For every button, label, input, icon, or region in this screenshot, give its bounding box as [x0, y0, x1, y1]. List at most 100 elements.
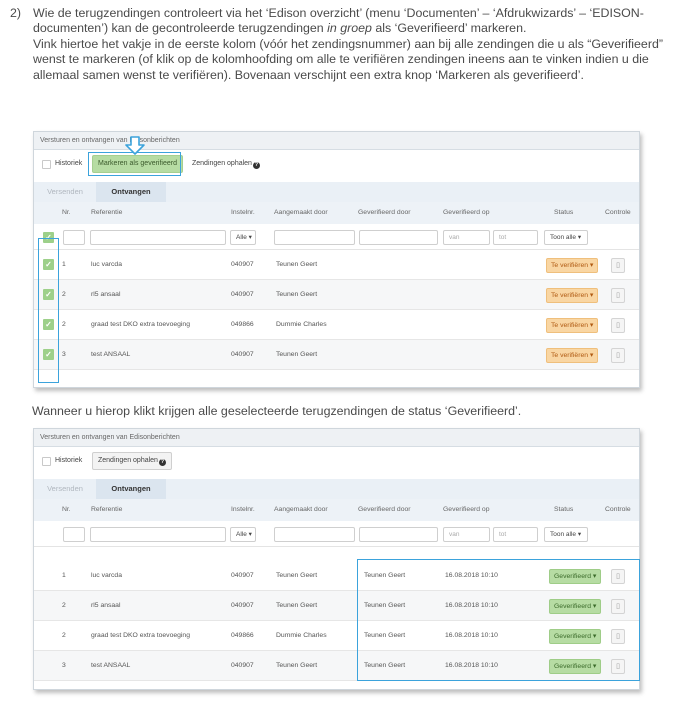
table-row[interactable]: 2 graad test DKO extra toevoeging 049866… [34, 621, 639, 651]
row-instelnr: 040907 [231, 662, 254, 669]
document-icon[interactable]: ▯ [611, 288, 625, 303]
status-badge[interactable]: Te verifiëren ▾ [546, 288, 599, 303]
tab-versenden[interactable]: Versenden [34, 182, 96, 202]
historiek-checkbox[interactable] [42, 457, 51, 466]
table-row[interactable]: 2 rl5 ansaal 040907 Teunen Geert Teunen … [34, 591, 639, 621]
fetch-shipments-button[interactable]: Zendingen ophalen? [192, 155, 260, 173]
row-aangemaakt: Teunen Geert [276, 662, 318, 669]
tab-ontvangen[interactable]: Ontvangen [96, 182, 166, 202]
status-badge[interactable]: Te verifiëren ▾ [546, 348, 599, 363]
row-nr: 2 [62, 321, 66, 328]
row-checkbox[interactable]: ✓ [43, 349, 54, 360]
col-aangemaakt[interactable]: Aangemaakt door [274, 506, 328, 513]
table-row[interactable]: ✓ 1 luc varcda 040907 Teunen Geert Te ve… [34, 250, 639, 280]
row-geverifieerd-op: 16.08.2018 10:10 [445, 632, 498, 639]
filter-date-to[interactable]: tot [493, 527, 538, 542]
row-referentie: luc varcda [91, 261, 122, 268]
filter-row: Alle ▾ van tot Toon alle ▾ [34, 521, 639, 547]
col-geverifieerd-door[interactable]: Geverifieerd door [358, 506, 411, 513]
historiek-checkbox[interactable] [42, 160, 51, 169]
status-badge[interactable]: Te verifiëren ▾ [546, 318, 599, 333]
document-icon[interactable]: ▯ [611, 258, 625, 273]
filter-instelnr-select[interactable]: Alle ▾ [230, 230, 256, 245]
filter-status-select[interactable]: Toon alle ▾ [544, 527, 588, 542]
col-status[interactable]: Status [554, 506, 573, 513]
document-icon[interactable]: ▯ [611, 599, 625, 614]
caret-down-icon: ▾ [577, 531, 582, 538]
row-geverifieerd-door: Teunen Geert [364, 632, 406, 639]
filter-nr-input[interactable] [63, 230, 85, 245]
row-checkbox[interactable]: ✓ [43, 289, 54, 300]
document-icon[interactable]: ▯ [611, 629, 625, 644]
table-row[interactable]: 3 test ANSAAL 040907 Teunen Geert Teunen… [34, 651, 639, 681]
table-header: Nr. Referentie Instelnr. Aangemaakt door… [34, 202, 639, 224]
filter-geverifieerd-door-input[interactable] [359, 527, 438, 542]
col-aangemaakt[interactable]: Aangemaakt door [274, 209, 328, 216]
filter-referentie-input[interactable] [90, 527, 226, 542]
col-controle[interactable]: Controle [605, 506, 631, 513]
status-badge[interactable]: Geverifieerd ▾ [549, 599, 602, 614]
col-geverifieerd-op[interactable]: Geverifieerd op [443, 506, 489, 513]
status-badge[interactable]: Te verifiëren ▾ [546, 258, 599, 273]
col-instelnr[interactable]: Instelnr. [231, 506, 255, 513]
row-aangemaakt: Teunen Geert [276, 261, 318, 268]
fetch-shipments-button[interactable]: Zendingen ophalen? [92, 452, 172, 470]
table-row[interactable]: ✓ 2 graad test DKO extra toevoeging 0498… [34, 310, 639, 340]
tab-versenden[interactable]: Versenden [34, 479, 96, 499]
row-checkbox[interactable]: ✓ [43, 259, 54, 270]
row-instelnr: 049866 [231, 321, 254, 328]
document-icon[interactable]: ▯ [611, 659, 625, 674]
document-icon[interactable]: ▯ [611, 348, 625, 363]
tab-ontvangen[interactable]: Ontvangen [96, 479, 166, 499]
result-text: Wanneer u hierop klikt krijgen alle gese… [32, 404, 522, 418]
filter-date-from[interactable]: van [443, 527, 490, 542]
col-status[interactable]: Status [554, 209, 573, 216]
row-checkbox[interactable]: ✓ [43, 319, 54, 330]
col-instelnr[interactable]: Instelnr. [231, 209, 255, 216]
row-instelnr: 040907 [231, 602, 254, 609]
filter-nr-input[interactable] [63, 527, 85, 542]
instruction-text: 2) Wie de terugzendingen controleert via… [10, 6, 675, 83]
filter-date-to[interactable]: tot [493, 230, 538, 245]
table-header: Nr. Referentie Instelnr. Aangemaakt door… [34, 499, 639, 521]
table-row[interactable]: ✓ 3 test ANSAAL 040907 Teunen Geert Te v… [34, 340, 639, 370]
table-row[interactable]: ✓ 2 rl5 ansaal 040907 Teunen Geert Te ve… [34, 280, 639, 310]
step-number: 2) [10, 6, 22, 20]
filter-status-select[interactable]: Toon alle ▾ [544, 230, 588, 245]
row-aangemaakt: Teunen Geert [276, 602, 318, 609]
mark-verified-button[interactable]: Markeren als geverifieerd [92, 155, 183, 173]
caret-down-icon: ▾ [589, 322, 594, 329]
col-nr[interactable]: Nr. [62, 209, 71, 216]
filter-aangemaakt-input[interactable] [274, 230, 355, 245]
filter-instelnr-select[interactable]: Alle ▾ [230, 527, 256, 542]
row-nr: 3 [62, 662, 66, 669]
col-referentie[interactable]: Referentie [91, 209, 122, 216]
filter-date-from[interactable]: van [443, 230, 490, 245]
status-badge[interactable]: Geverifieerd ▾ [549, 569, 602, 584]
row-referentie: test ANSAAL [91, 662, 131, 669]
table-row[interactable]: 1 luc varcda 040907 Teunen Geert Teunen … [34, 561, 639, 591]
status-badge[interactable]: Geverifieerd ▾ [549, 629, 602, 644]
document-icon[interactable]: ▯ [611, 318, 625, 333]
col-controle[interactable]: Controle [605, 209, 631, 216]
edison-panel-before: Versturen en ontvangen van Edisonbericht… [33, 131, 640, 388]
caret-down-icon: ▾ [589, 352, 594, 359]
caret-down-icon: ▾ [592, 573, 597, 580]
document-icon[interactable]: ▯ [611, 569, 625, 584]
status-badge[interactable]: Geverifieerd ▾ [549, 659, 602, 674]
row-geverifieerd-door: Teunen Geert [364, 662, 406, 669]
row-geverifieerd-door: Teunen Geert [364, 572, 406, 579]
row-referentie: graad test DKO extra toevoeging [91, 632, 190, 639]
row-nr: 2 [62, 291, 66, 298]
col-nr[interactable]: Nr. [62, 506, 71, 513]
col-geverifieerd-op[interactable]: Geverifieerd op [443, 209, 489, 216]
col-referentie[interactable]: Referentie [91, 506, 122, 513]
col-geverifieerd-door[interactable]: Geverifieerd door [358, 209, 411, 216]
filter-referentie-input[interactable] [90, 230, 226, 245]
caret-down-icon: ▾ [589, 262, 594, 269]
checkmark-icon: ✓ [45, 350, 52, 359]
filter-geverifieerd-door-input[interactable] [359, 230, 438, 245]
instruction-paragraph-1: Wie de terugzendingen controleert via he… [33, 6, 644, 36]
filter-aangemaakt-input[interactable] [274, 527, 355, 542]
select-all-checkbox[interactable]: ✓ [43, 232, 54, 243]
